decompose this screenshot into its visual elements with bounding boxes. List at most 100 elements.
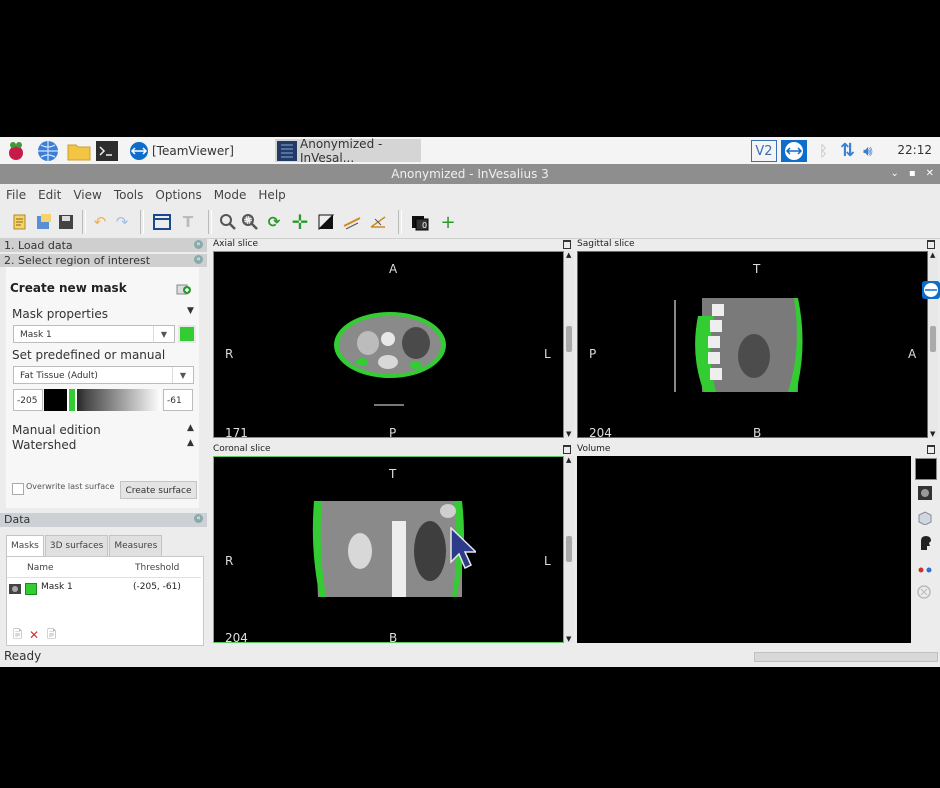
menu-help[interactable]: Help xyxy=(252,188,291,202)
open-project-icon[interactable] xyxy=(34,212,54,232)
watershed-toggle[interactable]: ▲ xyxy=(187,438,194,448)
layout-icon[interactable] xyxy=(152,212,172,232)
cube-icon[interactable] xyxy=(917,511,933,526)
menu-options[interactable]: Options xyxy=(149,188,207,202)
clock[interactable]: 22:12 xyxy=(897,143,932,157)
mask-properties-toggle[interactable]: ▼ xyxy=(187,306,194,316)
new-mask-icon[interactable] xyxy=(176,279,192,298)
watershed-label[interactable]: Watershed xyxy=(12,438,76,452)
network-icon[interactable]: ⇅ xyxy=(840,140,855,161)
bluetooth-icon[interactable]: ᛒ xyxy=(819,142,828,160)
volume-view-icon[interactable] xyxy=(918,486,932,500)
save-project-icon[interactable] xyxy=(56,212,76,232)
zoom-select-icon[interactable] xyxy=(240,212,260,232)
scroll-up-icon[interactable]: ▲ xyxy=(566,251,571,259)
text-annotation-icon[interactable]: T xyxy=(178,212,198,232)
sagittal-scrollbar[interactable]: ▲ ▼ xyxy=(928,251,938,438)
scroll-down-icon[interactable]: ▼ xyxy=(566,430,571,438)
fold-select-roi[interactable]: 2. Select region of interest « xyxy=(0,254,207,267)
coronal-scrollbar[interactable]: ▲ ▼ xyxy=(564,456,574,643)
column-header-threshold[interactable]: Threshold xyxy=(135,563,179,573)
browser-icon[interactable] xyxy=(37,140,59,162)
new-mask-item-icon[interactable]: 📄︎ xyxy=(11,629,24,640)
slice-toggle-icon[interactable]: 0 xyxy=(410,212,430,232)
close-button[interactable]: ✕ xyxy=(926,164,934,184)
menu-view[interactable]: View xyxy=(67,188,107,202)
scroll-down-icon[interactable]: ▼ xyxy=(930,430,935,438)
volume-view[interactable] xyxy=(577,456,911,643)
threshold-gradient-slider[interactable] xyxy=(44,389,161,411)
window-titlebar[interactable]: Anonymized - InVesalius 3 ⌄ ▪ ✕ xyxy=(0,164,940,184)
delete-mask-icon[interactable]: ✕ xyxy=(29,628,39,642)
table-row[interactable]: Mask 1 (-205, -61) xyxy=(7,581,201,597)
menu-file[interactable]: File xyxy=(0,188,32,202)
measure-distance-icon[interactable] xyxy=(342,212,362,232)
fold-load-data[interactable]: 1. Load data » xyxy=(0,239,207,252)
create-surface-button[interactable]: Create surface xyxy=(120,481,197,499)
scroll-up-icon[interactable]: ▲ xyxy=(930,251,935,259)
mask-select[interactable]: Mask 1 ▼ xyxy=(13,325,175,343)
data-panel-title[interactable]: Data « xyxy=(0,513,207,527)
mask-name-cell[interactable]: Mask 1 xyxy=(41,582,73,592)
chevron-down-icon[interactable]: ▼ xyxy=(153,326,174,342)
scroll-up-icon[interactable]: ▲ xyxy=(566,456,571,464)
taskbar-task-teamviewer[interactable]: [TeamViewer] xyxy=(127,139,234,162)
maximize-view-icon[interactable] xyxy=(927,445,935,454)
import-dicom-icon[interactable] xyxy=(10,212,30,232)
menu-edit[interactable]: Edit xyxy=(32,188,67,202)
menu-mode[interactable]: Mode xyxy=(208,188,253,202)
threshold-max-input[interactable]: -61 xyxy=(163,389,193,411)
undo-icon[interactable]: ↶ xyxy=(90,212,110,232)
target-icon[interactable] xyxy=(916,584,932,600)
stereo-icon[interactable] xyxy=(917,562,933,574)
manual-edition-toggle[interactable]: ▲ xyxy=(187,423,194,433)
raspberry-menu-icon[interactable] xyxy=(5,140,27,162)
maximize-button[interactable]: ▪ xyxy=(909,164,916,184)
sagittal-view[interactable]: T P A B 204 xyxy=(577,251,928,440)
threshold-min-input[interactable]: -205 xyxy=(13,389,43,411)
measure-angle-icon[interactable] xyxy=(368,212,388,232)
manual-edition-label[interactable]: Manual edition xyxy=(12,423,101,437)
file-manager-icon[interactable] xyxy=(67,140,91,162)
maximize-view-icon[interactable] xyxy=(563,445,571,454)
add-icon[interactable]: + xyxy=(438,212,458,233)
rotate-icon[interactable]: ⟳ xyxy=(264,212,284,232)
maximize-view-icon[interactable] xyxy=(563,240,571,249)
teamviewer-tray-icon[interactable] xyxy=(781,139,807,162)
duplicate-mask-icon[interactable]: 📄︎ xyxy=(45,629,58,640)
axial-scrollbar[interactable]: ▲ ▼ xyxy=(564,251,574,438)
collapse-icon[interactable]: « xyxy=(194,255,203,264)
tab-3d-surfaces[interactable]: 3D surfaces xyxy=(44,535,109,556)
eye-icon[interactable] xyxy=(9,583,21,598)
column-header-name[interactable]: Name xyxy=(27,563,54,573)
coronal-scroll-thumb[interactable] xyxy=(566,536,572,562)
axial-view[interactable]: A R L P 171 xyxy=(213,251,564,440)
threshold-preset-select[interactable]: Fat Tissue (Adult) ▼ xyxy=(13,366,194,384)
overwrite-checkbox[interactable] xyxy=(12,483,24,495)
scroll-down-icon[interactable]: ▼ xyxy=(566,635,571,643)
terminal-icon[interactable] xyxy=(96,140,118,162)
coronal-view[interactable]: T R L B 204 xyxy=(213,456,564,645)
sagittal-scroll-thumb[interactable] xyxy=(930,326,936,352)
threshold-range-marker[interactable] xyxy=(67,389,77,411)
taskbar-task-invesalius[interactable]: Anonymized - InVesal... xyxy=(275,137,421,165)
volume-icon[interactable]: 🔊︎ xyxy=(863,142,872,160)
axial-scroll-thumb[interactable] xyxy=(566,326,572,352)
zoom-icon[interactable] xyxy=(218,212,238,232)
contrast-icon[interactable] xyxy=(316,212,336,232)
vnc-icon[interactable]: V2 xyxy=(751,139,777,162)
tab-masks[interactable]: Masks xyxy=(6,535,44,556)
tab-measures[interactable]: Measures xyxy=(109,535,163,556)
teamviewer-side-tab-icon[interactable] xyxy=(922,281,940,299)
expand-icon[interactable]: » xyxy=(194,240,203,249)
maximize-view-icon[interactable] xyxy=(927,240,935,249)
head-profile-icon[interactable] xyxy=(917,535,933,551)
redo-icon[interactable]: ↷ xyxy=(112,212,132,232)
menu-tools[interactable]: Tools xyxy=(108,188,150,202)
collapse-icon[interactable]: « xyxy=(194,514,203,523)
pan-icon[interactable]: ✛ xyxy=(290,210,310,234)
mask-color-swatch[interactable] xyxy=(178,325,196,343)
minimize-button[interactable]: ⌄ xyxy=(890,164,898,184)
background-color-icon[interactable] xyxy=(915,458,937,480)
chevron-down-icon[interactable]: ▼ xyxy=(172,367,193,383)
